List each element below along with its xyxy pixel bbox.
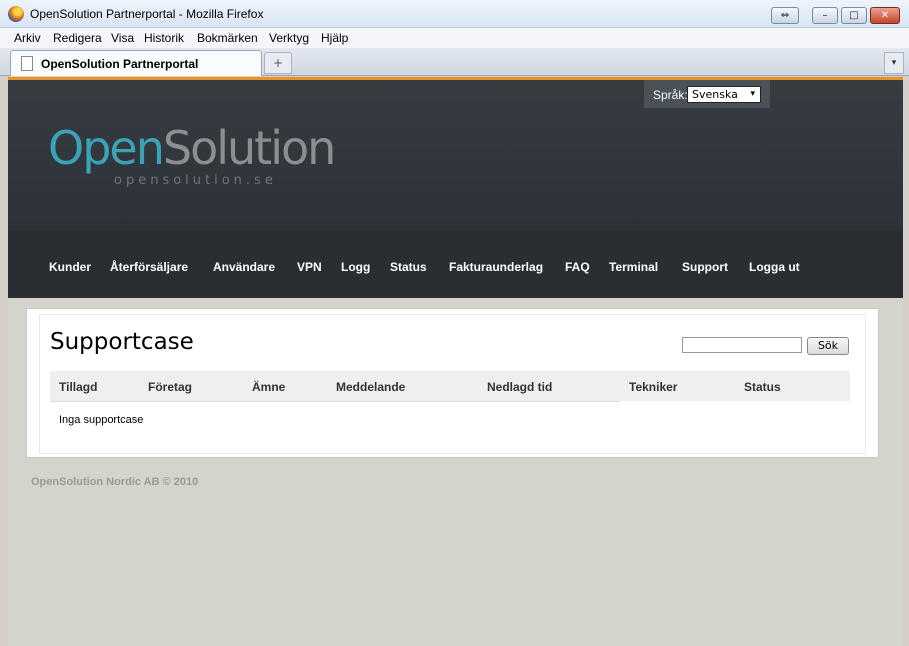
main-nav: Kunder Återförsäljare Användare VPN Logg… — [8, 230, 903, 298]
menu-bar: Arkiv Redigera Visa Historik Bokmärken V… — [0, 28, 909, 48]
tab-active[interactable]: OpenSolution Partnerportal — [10, 50, 262, 76]
search-button[interactable]: Sök — [807, 337, 849, 355]
nav-faq[interactable]: FAQ — [565, 260, 590, 274]
chevron-down-icon: ▾ — [750, 89, 755, 99]
column-meddelande[interactable]: Meddelande — [336, 380, 405, 394]
content-inner: Supportcase Sök Tillagd Företag Ämne Med… — [40, 315, 865, 453]
logo-solution: Solution — [162, 121, 336, 175]
menu-arkiv[interactable]: Arkiv — [14, 31, 41, 45]
site-logo[interactable]: OpenSolution — [48, 125, 336, 171]
search-input[interactable] — [682, 337, 802, 353]
table-divider — [50, 401, 620, 402]
language-value: Svenska — [692, 88, 738, 101]
logo-subtitle: opensolution.se — [114, 173, 277, 188]
tab-bar: OpenSolution Partnerportal + ▾ — [0, 48, 909, 76]
window-titlebar: OpenSolution Partnerportal - Mozilla Fir… — [0, 0, 909, 28]
column-status[interactable]: Status — [744, 380, 781, 394]
nav-status[interactable]: Status — [390, 260, 427, 274]
site-header: Språk: Svenska ▾ OpenSolution opensoluti… — [8, 80, 903, 230]
column-tillagd[interactable]: Tillagd — [59, 380, 97, 394]
nav-kunder[interactable]: Kunder — [49, 260, 91, 274]
language-label: Språk: — [653, 88, 688, 102]
column-foretag[interactable]: Företag — [148, 380, 192, 394]
content-panel: Supportcase Sök Tillagd Företag Ämne Med… — [26, 308, 879, 458]
nav-anvandare[interactable]: Användare — [213, 260, 275, 274]
menu-verktyg[interactable]: Verktyg — [269, 31, 309, 45]
page-viewport: Språk: Svenska ▾ OpenSolution opensoluti… — [8, 77, 903, 646]
menu-historik[interactable]: Historik — [144, 31, 184, 45]
column-tekniker[interactable]: Tekniker — [629, 380, 677, 394]
nav-terminal[interactable]: Terminal — [609, 260, 658, 274]
new-tab-button[interactable]: + — [264, 52, 292, 74]
tab-label: OpenSolution Partnerportal — [41, 57, 199, 71]
menu-visa[interactable]: Visa — [111, 31, 134, 45]
language-box: Språk: Svenska ▾ — [644, 80, 770, 108]
page-title: Supportcase — [50, 329, 194, 355]
nav-vpn[interactable]: VPN — [297, 260, 322, 274]
restore-size-button[interactable]: ⇔ — [771, 7, 799, 24]
nav-support[interactable]: Support — [682, 260, 728, 274]
menu-hjalp[interactable]: Hjälp — [321, 31, 348, 45]
close-button[interactable]: ✕ — [870, 7, 900, 24]
nav-aterforsaljare[interactable]: Återförsäljare — [110, 260, 188, 274]
site-footer: OpenSolution Nordic AB © 2010 — [31, 476, 199, 488]
window-title: OpenSolution Partnerportal - Mozilla Fir… — [30, 7, 264, 21]
column-nedlagd-tid[interactable]: Nedlagd tid — [487, 380, 552, 394]
nav-logg[interactable]: Logg — [341, 260, 370, 274]
language-select[interactable]: Svenska ▾ — [687, 86, 761, 103]
maximize-button[interactable]: □ — [841, 7, 867, 24]
firefox-icon — [8, 6, 24, 22]
menu-redigera[interactable]: Redigera — [53, 31, 102, 45]
tab-list-button[interactable]: ▾ — [884, 52, 904, 74]
minimize-button[interactable]: – — [812, 7, 838, 24]
nav-fakturaunderlag[interactable]: Fakturaunderlag — [449, 260, 543, 274]
empty-table-message: Inga supportcase — [59, 414, 144, 426]
column-amne[interactable]: Ämne — [252, 380, 285, 394]
page-icon — [21, 56, 33, 71]
logo-open: Open — [48, 121, 165, 175]
menu-bokmarken[interactable]: Bokmärken — [197, 31, 258, 45]
table-header: Tillagd Företag Ämne Meddelande Nedlagd … — [50, 371, 850, 401]
nav-logga-ut[interactable]: Logga ut — [749, 260, 800, 274]
